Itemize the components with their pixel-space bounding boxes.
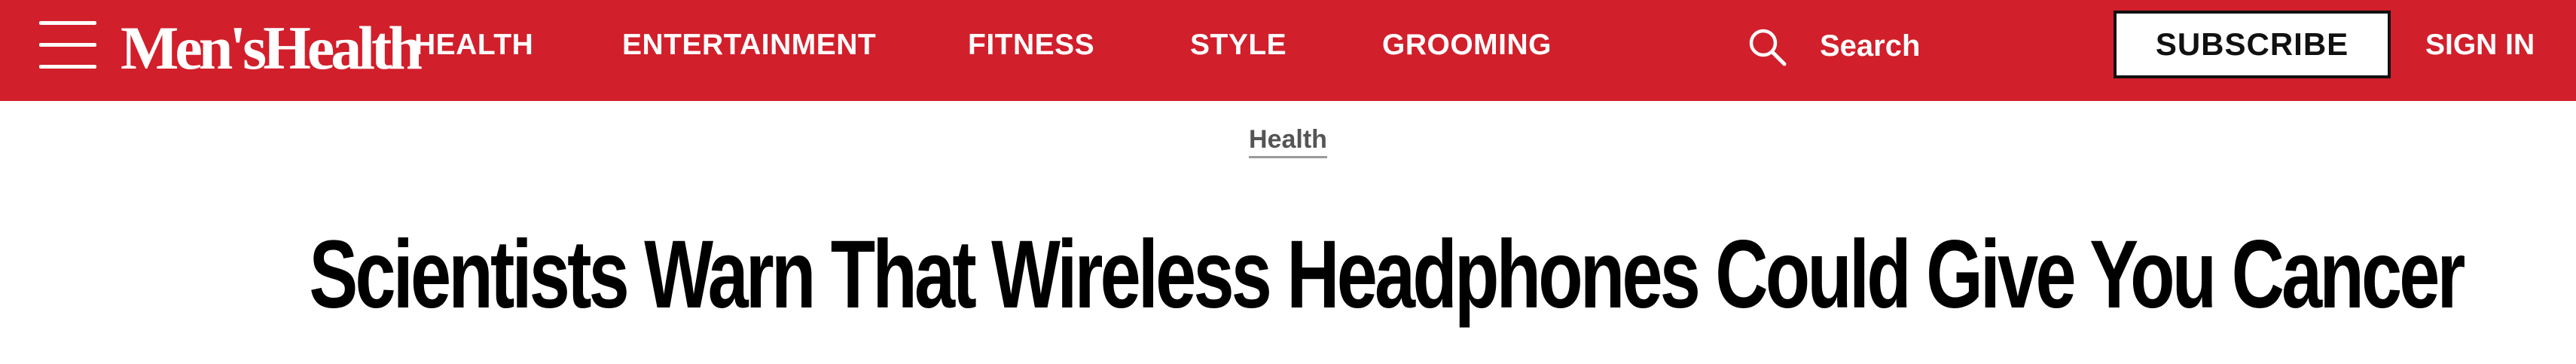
hamburger-line [39,65,96,69]
article-headline: Scientists Warn That Wireless Headphones… [309,221,2465,329]
nav-link-grooming[interactable]: GROOMING [1382,24,1552,66]
hamburger-menu-icon[interactable] [39,21,96,69]
search-label: Search [1820,29,1921,63]
nav-link-entertainment[interactable]: ENTERTAINMENT [622,24,876,66]
nav-link-style[interactable]: STYLE [1190,24,1286,66]
search-button[interactable]: Search [1747,23,1943,69]
nav-link-fitness[interactable]: FITNESS [968,24,1094,66]
page: Men'sHealth HEALTH ENTERTAINMENT FITNESS… [0,0,2576,364]
nav-link-health[interactable]: HEALTH [414,24,533,66]
hamburger-line [39,21,96,25]
site-logo[interactable]: Men'sHealth [121,11,423,86]
hamburger-line [39,43,96,47]
subscribe-button[interactable]: SUBSCRIBE [2114,11,2391,78]
article-category: Health [0,125,2576,158]
top-nav-bar: Men'sHealth HEALTH ENTERTAINMENT FITNESS… [0,0,2576,101]
category-link-health[interactable]: Health [1249,125,1327,158]
sign-in-link[interactable]: SIGN IN [2425,24,2535,66]
search-icon [1749,29,1787,66]
